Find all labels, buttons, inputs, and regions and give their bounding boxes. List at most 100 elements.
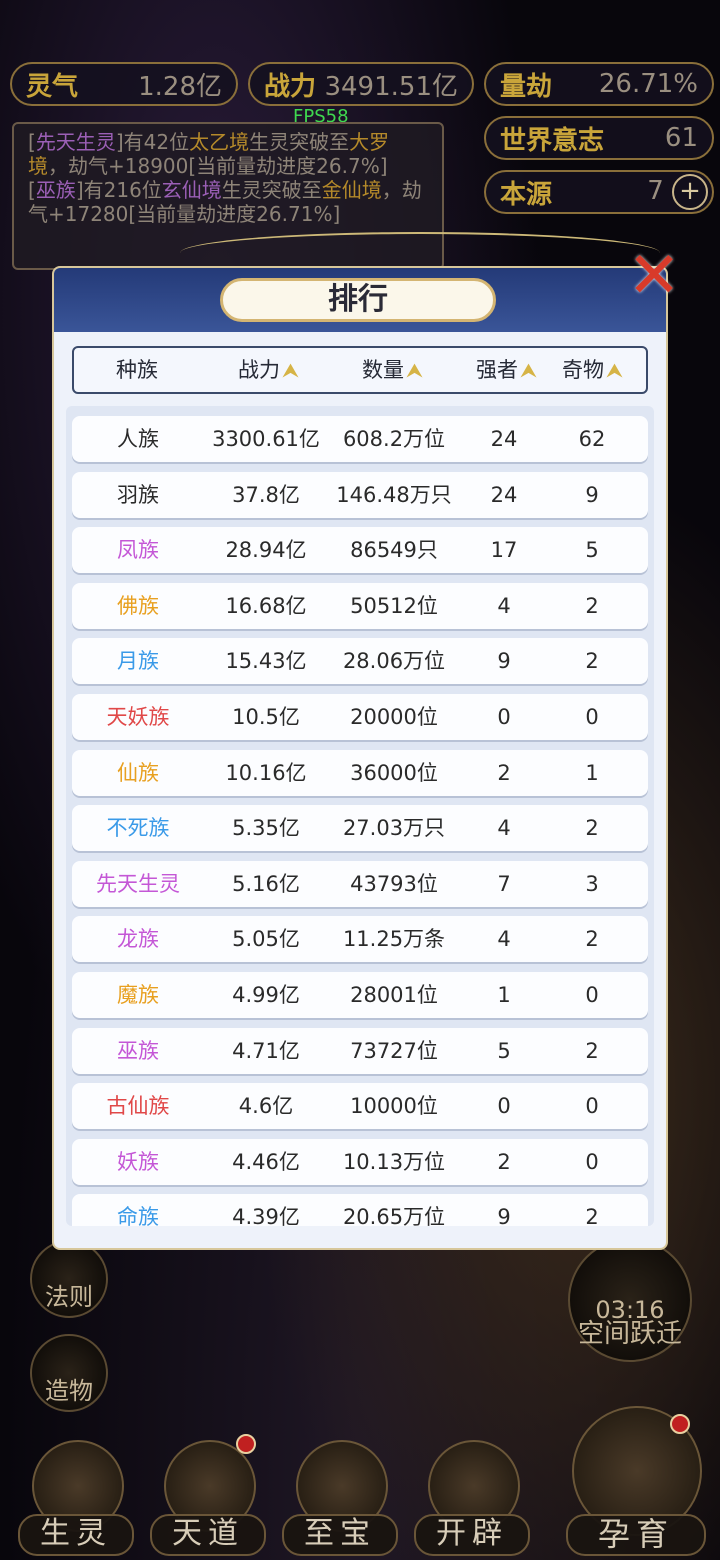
- cell-count: 10.13万位: [342, 1149, 446, 1174]
- cell-name: 妖族: [117, 1149, 159, 1174]
- table-row[interactable]: 月族 15.43亿 28.06万位 9 2: [72, 638, 648, 685]
- cell-name: 佛族: [117, 593, 159, 618]
- cell-name: 龙族: [117, 927, 159, 952]
- zao-wu-button[interactable]: 造物: [30, 1334, 108, 1412]
- cell-items: 62: [578, 427, 606, 451]
- modal-title: 排行: [220, 278, 496, 322]
- table-row[interactable]: 人族 3300.61亿 608.2万位 24 62: [72, 416, 648, 462]
- cell-strong: 5: [497, 1038, 511, 1063]
- table-row[interactable]: 龙族 5.05亿 11.25万条 4 2: [72, 916, 648, 963]
- header-race: 种族: [116, 358, 158, 382]
- cell-name: 巫族: [117, 1038, 159, 1063]
- cell-items: 2: [585, 1038, 599, 1063]
- stat-liangjie: 量劫 26.71%: [484, 62, 714, 106]
- cell-strong: 9: [497, 649, 511, 674]
- cell-strong: 4: [497, 927, 511, 952]
- cell-count: 43793位: [350, 871, 438, 896]
- modal-header: 排行: [54, 268, 666, 332]
- nav-tian-dao[interactable]: 天道: [150, 1434, 266, 1556]
- cell-power: 5.05亿: [232, 927, 300, 952]
- cell-count: 146.48万只: [336, 482, 452, 507]
- table-row[interactable]: 不死族 5.35亿 27.03万只 4 2: [72, 805, 648, 852]
- sort-power[interactable]: 战力 ⮝: [238, 348, 299, 392]
- table-row[interactable]: 仙族 10.16亿 36000位 2 1: [72, 749, 648, 796]
- nav-kai-pi[interactable]: 开辟: [414, 1440, 530, 1556]
- table-header: 种族 战力 ⮝ 数量 ⮝ 强者 ⮝ 奇物 ⮝: [72, 346, 648, 394]
- fa-ze-button[interactable]: 法则: [30, 1240, 108, 1318]
- stat-world-will[interactable]: 世界意志 61: [484, 116, 714, 160]
- cell-power: 4.46亿: [232, 1149, 300, 1174]
- cell-name: 天妖族: [106, 705, 170, 729]
- stat-value: 3491.51亿: [324, 71, 458, 102]
- cell-items: 2: [585, 593, 599, 618]
- cell-count: 86549只: [350, 538, 438, 563]
- cell-name: 不死族: [106, 816, 170, 841]
- cell-power: 4.39亿: [232, 1205, 300, 1226]
- stat-value: 61: [664, 123, 698, 153]
- table-row[interactable]: 天妖族 10.5亿 20000位 0 0: [72, 694, 648, 740]
- table-row[interactable]: 佛族 16.68亿 50512位 4 2: [72, 582, 648, 629]
- cell-items: 2: [585, 816, 599, 841]
- cell-name: 魔族: [117, 983, 159, 1007]
- cell-name: 月族: [117, 649, 159, 674]
- stat-benyuan: 本源 7 +: [484, 170, 714, 214]
- cell-strong: 0: [497, 705, 511, 729]
- sort-arrow-icon: ⮝: [520, 358, 537, 382]
- space-jump-button[interactable]: 03:16 空间跃迁: [568, 1238, 692, 1362]
- table-row[interactable]: 凤族 28.94亿 86549只 17 5: [72, 527, 648, 574]
- cell-count: 608.2万位: [342, 427, 446, 451]
- cell-items: 5: [585, 538, 599, 563]
- log-line: [先天生灵]有42位太乙境生灵突破至大罗境，劫气+18900[当前量劫进度26.…: [28, 130, 390, 178]
- cell-count: 27.03万只: [342, 816, 446, 841]
- cell-items: 0: [585, 983, 599, 1007]
- cell-strong: 4: [497, 593, 511, 618]
- table-row[interactable]: 魔族 4.99亿 28001位 1 0: [72, 972, 648, 1018]
- cell-power: 16.68亿: [225, 593, 307, 618]
- cell-name: 仙族: [117, 760, 159, 785]
- cell-name: 先天生灵: [96, 871, 180, 896]
- cell-items: 2: [585, 1205, 599, 1226]
- stat-lingqi: 灵气 1.28亿: [10, 62, 238, 106]
- cell-count: 73727位: [350, 1038, 438, 1063]
- nav-sheng-ling[interactable]: 生灵: [18, 1440, 134, 1556]
- stat-zhanli: 战力 3491.51亿: [248, 62, 474, 106]
- cell-count: 20000位: [350, 705, 438, 729]
- sort-arrow-icon: ⮝: [606, 358, 623, 382]
- sort-count[interactable]: 数量 ⮝: [362, 348, 423, 392]
- close-icon: ✕: [627, 239, 681, 313]
- table-row[interactable]: 巫族 4.71亿 73727位 5 2: [72, 1027, 648, 1074]
- table-row[interactable]: 古仙族 4.6亿 10000位 0 0: [72, 1083, 648, 1130]
- cell-count: 50512位: [350, 593, 438, 618]
- sort-arrow-icon: ⮝: [282, 358, 299, 382]
- ranking-list[interactable]: 人族 3300.61亿 608.2万位 24 62 羽族 37.8亿 146.48万只 24 9 凤…: [66, 406, 654, 1226]
- nav-yun-yu[interactable]: 孕育: [566, 1406, 706, 1556]
- cell-name: 凤族: [117, 538, 159, 563]
- cell-items: 3: [585, 871, 599, 896]
- cell-count: 10000位: [350, 1094, 438, 1119]
- cell-name: 命族: [117, 1205, 159, 1226]
- cell-items: 0: [585, 1149, 599, 1174]
- cell-strong: 2: [497, 760, 511, 785]
- sort-strong[interactable]: 强者 ⮝: [476, 348, 537, 392]
- cell-name: 羽族: [117, 482, 159, 507]
- table-row[interactable]: 命族 4.39亿 20.65万位 9 2: [72, 1194, 648, 1226]
- close-button[interactable]: ✕: [622, 244, 686, 308]
- table-row[interactable]: 妖族 4.46亿 10.13万位 2 0: [72, 1138, 648, 1185]
- sort-items[interactable]: 奇物 ⮝: [562, 348, 623, 392]
- plus-icon[interactable]: +: [672, 174, 708, 210]
- cell-items: 2: [585, 649, 599, 674]
- cell-strong: 24: [490, 482, 518, 507]
- notification-dot: [670, 1414, 690, 1434]
- cell-items: 9: [585, 482, 599, 507]
- cell-items: 2: [585, 927, 599, 952]
- cell-items: 0: [585, 705, 599, 729]
- stat-value: 26.71%: [598, 69, 698, 99]
- cell-power: 3300.61亿: [212, 427, 320, 451]
- ranking-modal: 排行 ✕ 种族 战力 ⮝ 数量 ⮝ 强者 ⮝ 奇物 ⮝ 人族 3300.61亿 608.2万…: [54, 244, 681, 1248]
- cell-strong: 17: [490, 538, 518, 563]
- table-row[interactable]: 羽族 37.8亿 146.48万只 24 9: [72, 471, 648, 518]
- table-row[interactable]: 先天生灵 5.16亿 43793位 7 3: [72, 860, 648, 907]
- nav-zhi-bao[interactable]: 至宝: [282, 1440, 398, 1556]
- cell-power: 15.43亿: [225, 649, 307, 674]
- cell-power: 4.6亿: [238, 1094, 294, 1119]
